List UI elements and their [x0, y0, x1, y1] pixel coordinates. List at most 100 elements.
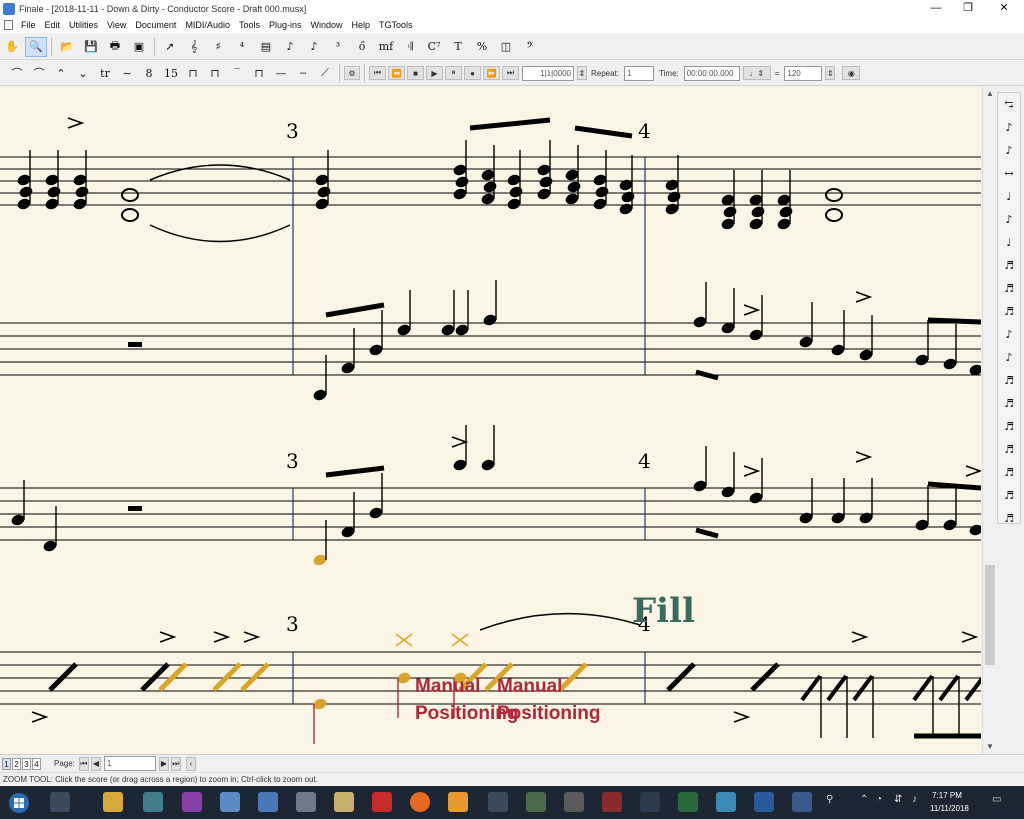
simple-entry-tool-icon[interactable]: ♪ [279, 37, 301, 57]
hand-tool-icon[interactable]: ✋ [1, 37, 23, 57]
smart-shape-icon[interactable]: 15 [161, 63, 181, 83]
page-tab-1[interactable]: 1 [2, 757, 11, 770]
counter-stepper[interactable]: ⇕ [577, 66, 587, 80]
menu-help[interactable]: Help [352, 20, 371, 30]
menu-plug-ins[interactable]: Plug-ins [269, 20, 302, 30]
smart-shape-icon[interactable]: — [271, 63, 291, 83]
vertical-scrollbar[interactable]: ▲ ▼ [982, 87, 996, 754]
windows-start-icon[interactable] [8, 792, 30, 814]
measure-counter-field[interactable]: 1|1|0000 [522, 65, 574, 81]
articulation-icon[interactable]: ♬ [998, 461, 1020, 484]
prev-page-icon[interactable]: ◀ [90, 756, 101, 771]
notification-icon[interactable]: ▭ [992, 794, 1001, 805]
scroll-down-icon[interactable]: ▼ [983, 740, 997, 754]
scroll-thumb[interactable] [985, 565, 995, 665]
selection-tool-icon[interactable]: ➚ [159, 37, 181, 57]
page-layout-tool-icon[interactable]: ◫ [495, 37, 517, 57]
score-canvas[interactable]: 3 4 3 4 3 4 Fill Manual Manual Positioni… [0, 87, 981, 754]
close-button[interactable]: ✕ [984, 0, 1024, 17]
app-icon[interactable] [754, 792, 774, 812]
time-sig-tool-icon[interactable]: ⁴ [231, 37, 253, 57]
smart-shape-icon[interactable]: 8 [139, 63, 159, 83]
photos-icon[interactable] [143, 792, 163, 812]
last-page-icon[interactable]: ⏭ [170, 756, 181, 771]
task-view-icon[interactable] [50, 792, 70, 812]
articulation-icon[interactable]: ♬ [998, 254, 1020, 277]
articulation-icon[interactable]: ♪ [998, 323, 1020, 346]
app-icon[interactable] [372, 792, 392, 812]
repeat-tool-icon[interactable]: 𝄇 [399, 37, 421, 57]
positioning-text[interactable]: Positioning [497, 703, 600, 724]
network-icon[interactable]: ◔ [876, 794, 882, 805]
smart-shape-icon[interactable]: ⌒ [7, 63, 27, 83]
mail-icon[interactable] [334, 792, 354, 812]
app-icon[interactable] [792, 792, 812, 812]
scan-tool-icon[interactable]: ▣ [128, 37, 150, 57]
finale-task-icon[interactable] [716, 792, 736, 812]
tempo-note-select[interactable]: ♩⇕ [742, 66, 771, 80]
smart-shape-icon[interactable]: ⌒ [29, 63, 49, 83]
page-field[interactable]: 1 [103, 756, 156, 771]
articulation-icon[interactable]: ♪ [998, 139, 1020, 162]
app-icon[interactable] [258, 792, 278, 812]
articulation-icon[interactable]: ♬ [998, 369, 1020, 392]
menu-file[interactable]: File [21, 20, 36, 30]
articulation-icon[interactable]: ♬ [998, 415, 1020, 438]
manual-text[interactable]: Manual [497, 676, 562, 697]
page-tab-2[interactable]: 2 [12, 757, 21, 770]
articulation-icon[interactable]: ♬ [998, 507, 1020, 530]
print-tool-icon[interactable]: 🖶 [104, 37, 126, 57]
chord-tool-icon[interactable]: C⁷ [423, 37, 445, 57]
app-icon[interactable] [296, 792, 316, 812]
playback-options-icon[interactable]: ◉ [842, 66, 861, 80]
restore-button[interactable]: ❐ [948, 0, 988, 17]
menu-view[interactable]: View [107, 20, 126, 30]
record-icon[interactable]: ● [464, 66, 481, 80]
score-svg[interactable]: 3 4 3 4 3 4 Fill Manual Manual Positioni… [0, 87, 981, 754]
security-icon[interactable] [678, 792, 698, 812]
person-icon[interactable]: ⚲ [826, 794, 833, 805]
articulation-icon[interactable]: ♬ [998, 484, 1020, 507]
file-explorer-icon[interactable] [103, 792, 123, 812]
document-icon[interactable] [4, 20, 13, 30]
playback-settings-icon[interactable]: ⚙ [344, 66, 360, 80]
articulation-icon[interactable]: ♪ [998, 346, 1020, 369]
app-icon[interactable] [526, 792, 546, 812]
menu-window[interactable]: Window [311, 20, 343, 30]
app-icon[interactable] [182, 792, 202, 812]
clef-tool-icon[interactable]: 𝄢 [519, 37, 541, 57]
open-tool-icon[interactable]: 📂 [56, 37, 78, 57]
menu-document[interactable]: Document [135, 20, 176, 30]
articulation-icon[interactable]: ♬ [998, 277, 1020, 300]
time-field[interactable]: 00:00:00.000 [683, 65, 740, 81]
page-tab-3[interactable]: 3 [22, 757, 31, 770]
articulation-icon[interactable]: ♩ [998, 185, 1020, 208]
forward-end-icon[interactable]: ⏭ [502, 66, 519, 80]
articulation-icon[interactable]: ♩ [998, 231, 1020, 254]
smart-shape-icon[interactable]: ⌄ [73, 63, 93, 83]
pause-icon[interactable]: ⏸ [445, 66, 462, 80]
stop-icon[interactable]: ■ [407, 66, 424, 80]
smart-shape-icon[interactable]: tr [95, 63, 115, 83]
save-tool-icon[interactable]: 💾 [80, 37, 102, 57]
articulation-icon[interactable]: ♬ [998, 392, 1020, 415]
repeat-select[interactable]: 1 [624, 65, 655, 81]
key-sig-tool-icon[interactable]: ♯ [207, 37, 229, 57]
menu-tools[interactable]: Tools [239, 20, 260, 30]
articulation-icon[interactable]: ♬ [998, 300, 1020, 323]
volume-icon[interactable]: ♪ [912, 794, 917, 805]
tempo-stepper[interactable]: ⇕ [825, 66, 836, 80]
fast-forward-icon[interactable]: ⏩ [483, 66, 500, 80]
app-icon[interactable] [640, 792, 660, 812]
articulation-icon[interactable]: ♪ [998, 116, 1020, 139]
scroll-left-icon[interactable]: ‹ [185, 756, 196, 771]
play-icon[interactable]: ▶ [426, 66, 443, 80]
app-icon[interactable] [488, 792, 508, 812]
fill-expression[interactable]: Fill [632, 591, 695, 631]
articulation-icon[interactable]: ↔ [998, 162, 1020, 185]
menu-midi-audio[interactable]: MIDI/Audio [185, 20, 230, 30]
articulation-icon[interactable]: ♪ [998, 208, 1020, 231]
rewind-icon[interactable]: ⏪ [388, 66, 405, 80]
speedy-entry-tool-icon[interactable]: ♪ [303, 37, 325, 57]
zoom-tool-icon[interactable]: 🔍 [25, 36, 47, 57]
